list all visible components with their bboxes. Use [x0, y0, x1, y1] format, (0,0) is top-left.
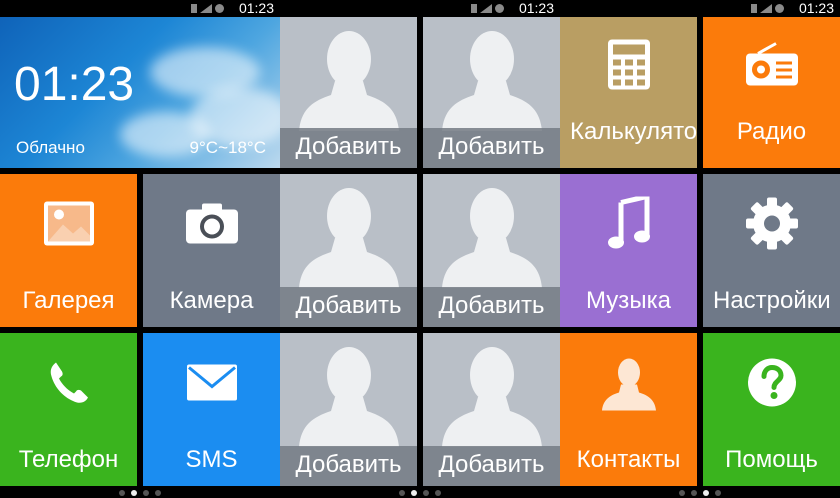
status-bar: 01:23: [280, 0, 560, 16]
page-dot[interactable]: [399, 490, 405, 496]
radio-tile[interactable]: Радио: [703, 17, 840, 168]
contact-label-bar: Добавить: [423, 128, 560, 168]
calculator-icon: [607, 39, 651, 96]
add-contact-label: Добавить: [438, 133, 545, 160]
radio-icon: [744, 42, 800, 93]
page-indicator: [0, 490, 280, 496]
page-dot-active[interactable]: [131, 490, 137, 496]
alarm-icon: [495, 4, 504, 13]
page-dot[interactable]: [119, 490, 125, 496]
contact-label-bar: Добавить: [280, 128, 417, 168]
calculator-label: Калькулятор: [570, 118, 697, 145]
contacts-label: Контакты: [576, 446, 681, 473]
alarm-icon: [775, 4, 784, 13]
contacts-icon: [601, 355, 657, 416]
status-icons: [191, 3, 224, 13]
person-placeholder-icon: [441, 347, 542, 447]
person-placeholder-icon: [441, 188, 542, 288]
clock-time: 01:23: [14, 58, 135, 111]
help-tile[interactable]: Помощь: [703, 333, 840, 486]
weather-clock-widget[interactable]: 01:23 Облачно 9°C~18°C: [0, 17, 280, 168]
page-dot[interactable]: [155, 490, 161, 496]
help-icon: [746, 357, 798, 414]
status-time: 01:23: [798, 0, 834, 16]
settings-label: Настройки: [713, 287, 831, 314]
add-contact-label: Добавить: [438, 292, 545, 319]
page-dot-active[interactable]: [703, 490, 709, 496]
page-dot[interactable]: [715, 490, 721, 496]
music-tile[interactable]: Музыка: [560, 174, 697, 327]
add-contact-label: Добавить: [295, 292, 402, 319]
add-contact-tile[interactable]: Добавить: [280, 174, 417, 327]
add-contact-label: Добавить: [295, 133, 402, 160]
person-placeholder-icon: [298, 347, 399, 447]
add-contact-label: Добавить: [438, 451, 545, 478]
add-contact-tile[interactable]: Добавить: [280, 17, 417, 168]
camera-label: Камера: [169, 287, 254, 314]
gear-icon: [744, 196, 800, 257]
home-screen-page-1: 01:23 01:23 Облачно 9°C~18°C Галерея Кам…: [0, 0, 280, 498]
add-contact-tile[interactable]: Добавить: [280, 333, 417, 486]
page-dot-active[interactable]: [411, 490, 417, 496]
add-contact-label: Добавить: [295, 451, 402, 478]
page-indicator: [560, 490, 840, 496]
phone-icon: [47, 360, 91, 411]
page-dot[interactable]: [435, 490, 441, 496]
person-placeholder-icon: [298, 188, 399, 288]
contact-label-bar: Добавить: [280, 446, 417, 486]
person-placeholder-icon: [298, 31, 399, 131]
add-contact-tile[interactable]: Добавить: [423, 333, 560, 486]
home-screen-page-3: 01:23 Калькулятор Радио Музыка Настройки…: [560, 0, 840, 498]
gallery-tile[interactable]: Галерея: [0, 174, 137, 327]
weather-condition: Облачно: [16, 138, 85, 157]
signal-icon: [480, 4, 492, 13]
help-label: Помощь: [725, 446, 818, 473]
music-label: Музыка: [586, 287, 671, 314]
sms-label: SMS: [185, 446, 238, 473]
sim-icon: [471, 4, 477, 13]
signal-icon: [760, 4, 772, 13]
add-contact-tile[interactable]: Добавить: [423, 17, 560, 168]
status-time: 01:23: [518, 0, 554, 16]
status-bar: 01:23: [0, 0, 280, 16]
gallery-label: Галерея: [22, 287, 115, 314]
phone-label: Телефон: [18, 446, 119, 473]
add-contact-tile[interactable]: Добавить: [423, 174, 560, 327]
page-dot[interactable]: [679, 490, 685, 496]
sim-icon: [191, 4, 197, 13]
status-bar: 01:23: [560, 0, 840, 16]
contact-label-bar: Добавить: [423, 446, 560, 486]
alarm-icon: [215, 4, 224, 13]
person-placeholder-icon: [441, 31, 542, 131]
status-time: 01:23: [238, 0, 274, 16]
status-icons: [471, 3, 504, 13]
page-dot[interactable]: [423, 490, 429, 496]
signal-icon: [200, 4, 212, 13]
sms-icon: [185, 363, 239, 408]
contacts-tile[interactable]: Контакты: [560, 333, 697, 486]
music-icon: [607, 193, 651, 256]
sms-tile[interactable]: SMS: [143, 333, 280, 486]
page-dot[interactable]: [691, 490, 697, 496]
status-icons: [751, 3, 784, 13]
radio-label: Радио: [736, 118, 807, 145]
camera-tile[interactable]: Камера: [143, 174, 280, 327]
sim-icon: [751, 4, 757, 13]
settings-tile[interactable]: Настройки: [703, 174, 840, 327]
contact-label-bar: Добавить: [280, 287, 417, 327]
phone-tile[interactable]: Телефон: [0, 333, 137, 486]
page-indicator: [280, 490, 560, 496]
home-screen-page-2: 01:23 Добавить Добавить Добавить Добавит…: [280, 0, 560, 498]
camera-icon: [184, 202, 240, 251]
gallery-icon: [43, 201, 95, 252]
calculator-tile[interactable]: Калькулятор: [560, 17, 697, 168]
page-dot[interactable]: [143, 490, 149, 496]
weather-temperature: 9°C~18°C: [189, 138, 266, 157]
contact-label-bar: Добавить: [423, 287, 560, 327]
